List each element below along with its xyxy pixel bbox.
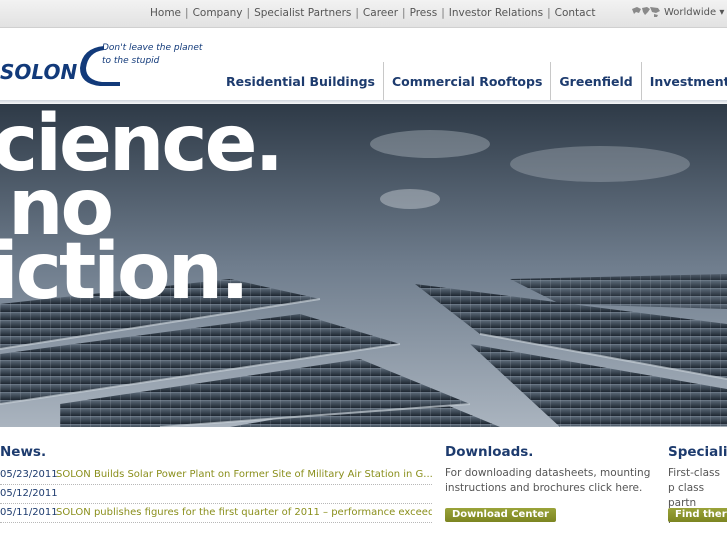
- nav-commercial-rooftops[interactable]: Commercial Rooftops: [384, 62, 552, 102]
- downloads-heading: Downloads.: [445, 444, 534, 460]
- news-item[interactable]: 05/23/2011 SOLON Builds Solar Power Plan…: [0, 466, 432, 485]
- top-nav-career[interactable]: Career: [363, 7, 398, 19]
- news-date: 05/12/2011: [0, 488, 58, 499]
- download-center-button[interactable]: Download Center: [445, 508, 556, 522]
- top-nav-specialist-partners[interactable]: Specialist Partners: [254, 7, 351, 19]
- downloads-description: For downloading datasheets, mounting ins…: [445, 467, 651, 494]
- top-nav-press[interactable]: Press: [410, 7, 438, 19]
- separator: |: [547, 7, 551, 19]
- separator: |: [185, 7, 189, 19]
- worldwide-label: Worldwide: [664, 7, 717, 18]
- top-nav-home[interactable]: Home: [150, 7, 181, 19]
- hero-slogan: cience. no iction.: [0, 105, 284, 317]
- hero-line-3: iction.: [0, 227, 250, 317]
- news-link[interactable]: SOLON Builds Solar Power Plant on Former…: [56, 469, 432, 480]
- top-utility-bar: Home | Company | Specialist Partners | Career |…: [0, 0, 727, 28]
- find-partners-button[interactable]: Find ther: [668, 508, 727, 522]
- separator: |: [402, 7, 406, 19]
- separator: |: [441, 7, 445, 19]
- news-item[interactable]: 05/12/2011: [0, 485, 432, 504]
- top-nav-investor-relations[interactable]: Investor Relations: [449, 7, 543, 19]
- top-nav-contact[interactable]: Contact: [555, 7, 596, 19]
- separator: |: [246, 7, 251, 19]
- top-nav-company[interactable]: Company: [193, 7, 243, 19]
- news-link[interactable]: SOLON publishes figures for the first qu…: [56, 507, 432, 518]
- chevron-down-icon: ▾: [719, 7, 725, 18]
- nav-investments[interactable]: Investments: [642, 62, 727, 102]
- news-date: 05/11/2011: [0, 507, 58, 518]
- nav-greenfield[interactable]: Greenfield: [551, 62, 642, 102]
- world-map-icon: [632, 7, 660, 17]
- nav-residential-buildings[interactable]: Residential Buildings: [218, 62, 384, 102]
- main-nav: Residential Buildings Commercial Rooftop…: [218, 62, 727, 102]
- hero-banner: cience. no iction.: [0, 104, 727, 427]
- news-date: 05/23/2011: [0, 469, 58, 480]
- logo-slogan: Don't leave the planet to the stupid: [102, 43, 203, 66]
- news-heading: News.: [0, 444, 47, 460]
- top-nav: Home | Company | Specialist Partners | Career |…: [150, 7, 595, 19]
- solon-logo[interactable]: SOLON: [0, 60, 77, 84]
- specialist-heading: Specialis: [668, 444, 727, 460]
- news-item[interactable]: 05/11/2011 SOLON publishes figures for t…: [0, 504, 432, 523]
- worldwide-selector[interactable]: Worldwide ▾: [630, 5, 724, 19]
- separator: |: [355, 7, 359, 19]
